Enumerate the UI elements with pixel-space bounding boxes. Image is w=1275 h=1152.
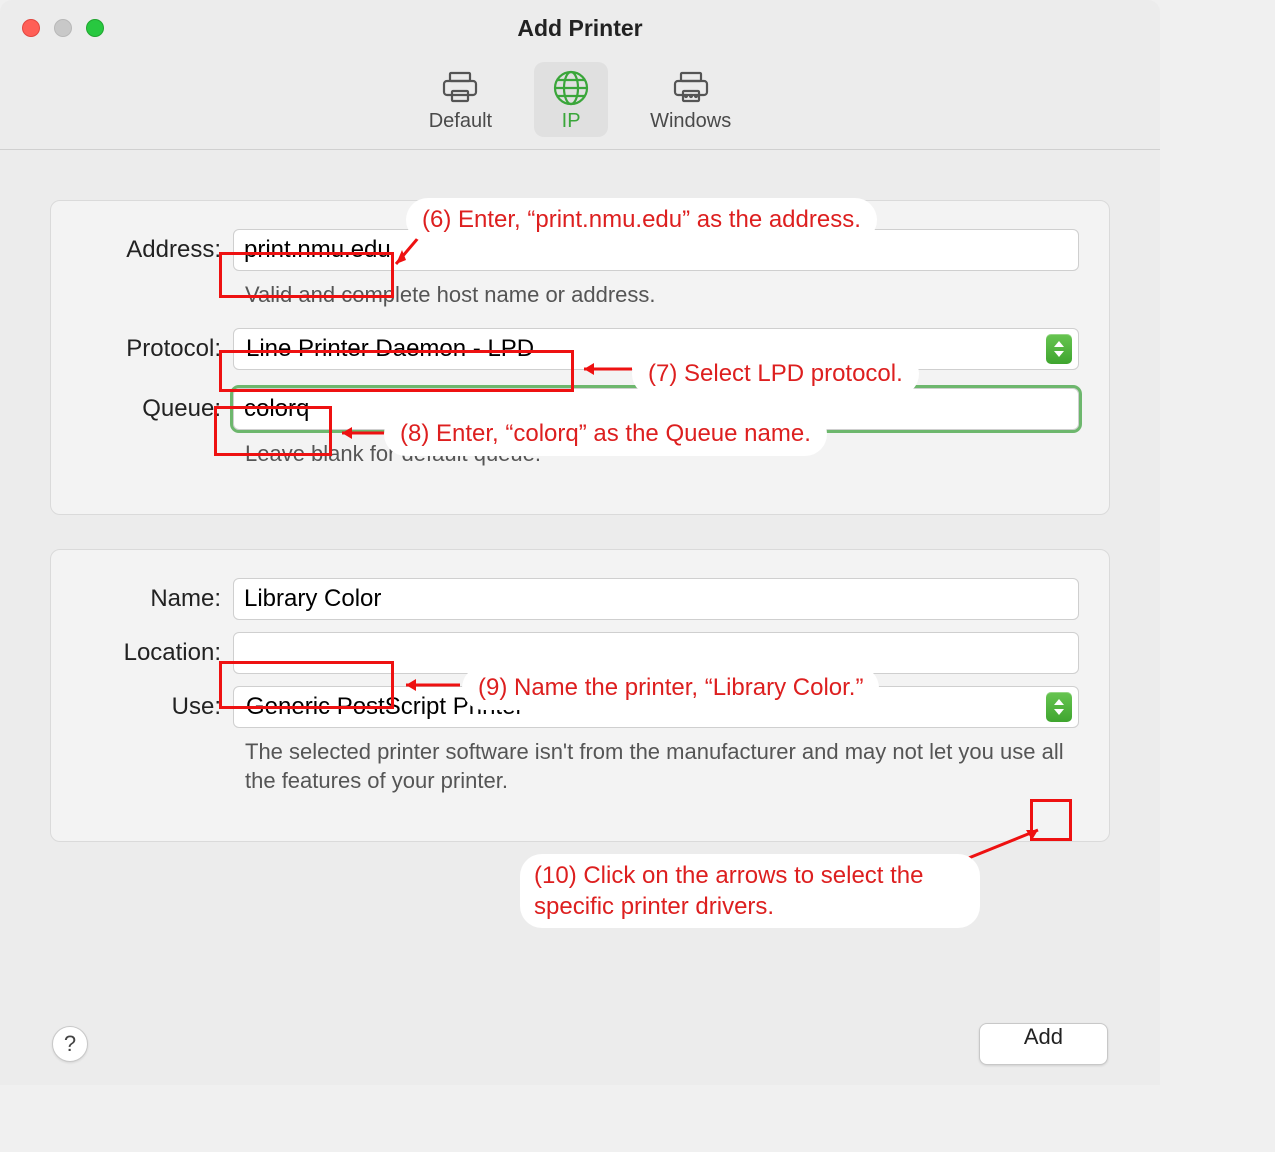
footer: ? Add [0, 1023, 1160, 1065]
tab-windows[interactable]: Windows [632, 62, 749, 137]
help-button[interactable]: ? [52, 1026, 88, 1062]
annotation-text: (8) Enter, “colorq” as the Queue name. [388, 416, 823, 452]
toolbar: Default IP Windows [0, 56, 1160, 150]
queue-label: Queue: [81, 395, 233, 423]
use-label: Use: [81, 693, 233, 721]
name-label: Name: [81, 585, 233, 613]
location-label: Location: [81, 639, 233, 667]
windows-printer-icon [671, 68, 711, 108]
tab-ip[interactable]: IP [534, 62, 608, 137]
globe-icon [552, 68, 590, 108]
printer-icon [440, 68, 480, 108]
protocol-label: Protocol: [81, 335, 233, 363]
location-input[interactable] [233, 632, 1079, 674]
tab-ip-label: IP [562, 110, 581, 133]
connection-panel: Address: Valid and complete host name or… [50, 200, 1110, 515]
protocol-value: Line Printer Daemon - LPD [246, 335, 534, 363]
titlebar: Add Printer [0, 0, 1160, 56]
annotation-text: (9) Name the printer, “Library Color.” [466, 670, 875, 706]
tab-windows-label: Windows [650, 110, 731, 133]
annotation-text: (6) Enter, “print.nmu.edu” as the addres… [410, 202, 873, 238]
use-hint: The selected printer software isn't from… [245, 738, 1079, 795]
address-label: Address: [81, 236, 233, 264]
annotation-text: (10) Click on the arrows to select the s… [520, 854, 980, 928]
add-button[interactable]: Add [979, 1023, 1108, 1065]
chevron-updown-icon[interactable] [1046, 692, 1072, 722]
tab-default-label: Default [429, 110, 492, 133]
annotation-text: (7) Select LPD protocol. [636, 356, 915, 392]
name-input[interactable] [233, 578, 1079, 620]
chevron-updown-icon[interactable] [1046, 334, 1072, 364]
tab-default[interactable]: Default [411, 62, 510, 137]
address-hint: Valid and complete host name or address. [245, 281, 1079, 310]
window-title: Add Printer [0, 15, 1160, 42]
